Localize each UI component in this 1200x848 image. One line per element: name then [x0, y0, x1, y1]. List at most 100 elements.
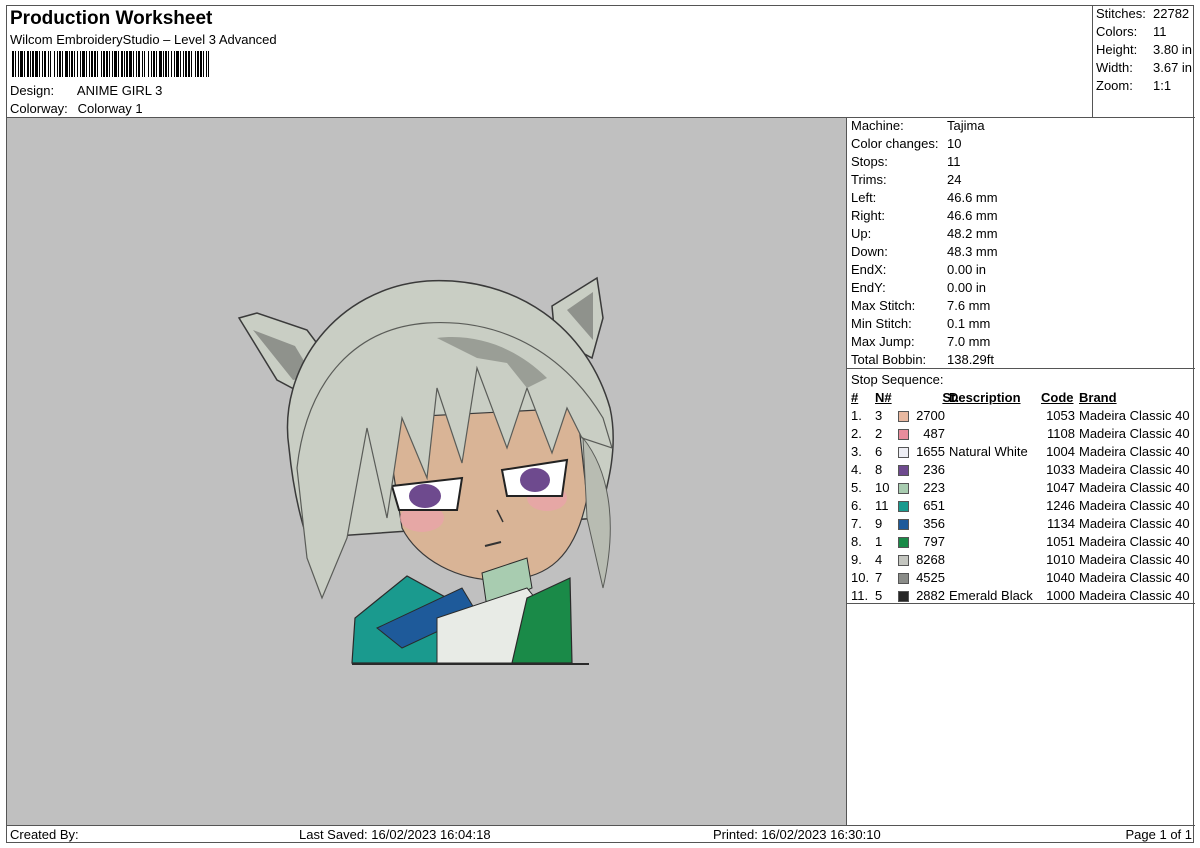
row-needle: 3 — [875, 408, 883, 423]
row-brand: Madeira Classic 40 — [1079, 462, 1190, 477]
row-stitches: 223 — [923, 480, 945, 495]
table-row: 6. 11 651 1246 Madeira Classic 40 — [851, 498, 1194, 516]
row-index: 4. — [851, 462, 862, 477]
last-saved: Last Saved: 16/02/2023 16:04:18 — [299, 827, 491, 842]
row-brand: Madeira Classic 40 — [1079, 408, 1190, 423]
stop-sequence-title: Stop Sequence: — [851, 372, 944, 387]
col-header-needle: N# — [875, 390, 892, 405]
row-needle: 5 — [875, 588, 883, 603]
machine-info-value: 48.2 mm — [947, 226, 998, 241]
summary-label: Stitches: — [1096, 6, 1146, 21]
row-code: 1047 — [1046, 480, 1075, 495]
machine-info-value: 46.6 mm — [947, 190, 998, 205]
machine-info-value: 7.6 mm — [947, 298, 991, 313]
machine-info-row: EndX: 0.00 in — [851, 262, 986, 277]
design-value: ANIME GIRL 3 — [76, 83, 163, 98]
row-stitches: 651 — [923, 498, 945, 513]
colorway-row: Colorway: Colorway 1 — [10, 101, 143, 116]
iris-right — [520, 468, 550, 492]
worksheet-header: Production Worksheet Wilcom EmbroiderySt… — [7, 6, 1093, 118]
colorway-label: Colorway: — [10, 101, 68, 116]
machine-info-label: Max Jump: — [851, 334, 915, 349]
summary-value: 22782 — [1153, 6, 1190, 21]
row-needle: 11 — [875, 498, 889, 513]
row-index: 8. — [851, 534, 862, 549]
machine-info-value: 46.6 mm — [947, 208, 998, 223]
machine-info-value: 138.29ft — [947, 352, 994, 367]
row-stitches: 236 — [923, 462, 945, 477]
software-name: Wilcom EmbroideryStudio – Level 3 Advanc… — [10, 32, 277, 47]
summary-label: Width: — [1096, 60, 1133, 75]
row-stitches: 2700 — [916, 408, 945, 423]
iris-left — [409, 484, 441, 508]
color-swatch — [898, 519, 909, 530]
table-row: 5. 10 223 1047 Madeira Classic 40 — [851, 480, 1194, 498]
machine-info-label: Max Stitch: — [851, 298, 916, 313]
row-code: 1033 — [1046, 462, 1075, 477]
row-description: Natural White — [949, 444, 1028, 459]
row-stitches: 487 — [923, 426, 945, 441]
machine-info-value: 10 — [947, 136, 962, 151]
machine-info-label: Left: — [851, 190, 877, 205]
machine-info-label: Color changes: — [851, 136, 939, 151]
row-needle: 4 — [875, 552, 883, 567]
table-row: 4. 8 236 1033 Madeira Classic 40 — [851, 462, 1194, 480]
machine-info-row: Max Stitch: 7.6 mm — [851, 298, 990, 313]
machine-info-label: Up: — [851, 226, 872, 241]
barcode-icon — [12, 51, 209, 77]
page-number: Page 1 of 1 — [1125, 827, 1193, 842]
colorway-value: Colorway 1 — [77, 101, 143, 116]
row-index: 9. — [851, 552, 862, 567]
color-swatch — [898, 447, 909, 458]
table-row: 2. 2 487 1108 Madeira Classic 40 — [851, 426, 1194, 444]
row-stitches: 356 — [923, 516, 945, 531]
color-swatch — [898, 537, 909, 548]
machine-info-label: Machine: — [851, 118, 904, 133]
row-stitches: 8268 — [916, 552, 945, 567]
table-row: 1. 3 2700 1053 Madeira Classic 40 — [851, 408, 1194, 426]
row-index: 2. — [851, 426, 862, 441]
row-brand: Madeira Classic 40 — [1079, 426, 1190, 441]
row-stitches: 2882 — [916, 588, 945, 603]
table-row: 9. 4 8268 1010 Madeira Classic 40 — [851, 552, 1194, 570]
machine-info-row: Stops: 11 — [851, 154, 961, 169]
machine-info-label: EndY: — [851, 280, 886, 295]
table-row: 7. 9 356 1134 Madeira Classic 40 — [851, 516, 1194, 534]
summary-value: 3.80 in — [1153, 42, 1193, 57]
row-index: 1. — [851, 408, 862, 423]
row-needle: 9 — [875, 516, 883, 531]
machine-info-label: Right: — [851, 208, 885, 223]
color-swatch — [898, 411, 909, 422]
machine-info-label: EndX: — [851, 262, 887, 277]
embroidery-artwork — [237, 276, 614, 665]
row-code: 1134 — [1047, 516, 1075, 531]
summary-value: 3.67 in — [1153, 60, 1193, 75]
table-row: 8. 1 797 1051 Madeira Classic 40 — [851, 534, 1194, 552]
machine-info-label: Trims: — [851, 172, 887, 187]
row-brand: Madeira Classic 40 — [1079, 444, 1190, 459]
row-stitches: 797 — [923, 534, 945, 549]
col-header-code: Code — [1041, 390, 1074, 405]
machine-info-value: 24 — [947, 172, 962, 187]
page-title: Production Worksheet — [10, 8, 213, 29]
color-swatch — [898, 573, 909, 584]
machine-info-label: Min Stitch: — [851, 316, 912, 331]
color-swatch — [898, 591, 909, 602]
machine-info-row: Machine: Tajima — [851, 118, 985, 133]
table-header: # N# St. Description Code Brand — [851, 390, 1194, 408]
machine-info-row: Total Bobbin: 138.29ft — [851, 352, 994, 367]
machine-info-value: 0.1 mm — [947, 316, 991, 331]
row-needle: 1 — [875, 534, 883, 549]
color-swatch — [898, 555, 909, 566]
machine-info-label: Down: — [851, 244, 888, 259]
row-index: 3. — [851, 444, 862, 459]
created-by: Created By: — [10, 827, 79, 842]
machine-info-value: 11 — [947, 154, 961, 169]
machine-info-row: Left: 46.6 mm — [851, 190, 998, 205]
col-header-description: Description — [949, 390, 1021, 405]
row-stitches: 1655 — [916, 444, 945, 459]
row-description: Emerald Black — [949, 588, 1033, 603]
row-needle: 2 — [875, 426, 883, 441]
machine-info-label: Stops: — [851, 154, 888, 169]
summary-row: Height: 3.80 in — [1096, 42, 1192, 57]
